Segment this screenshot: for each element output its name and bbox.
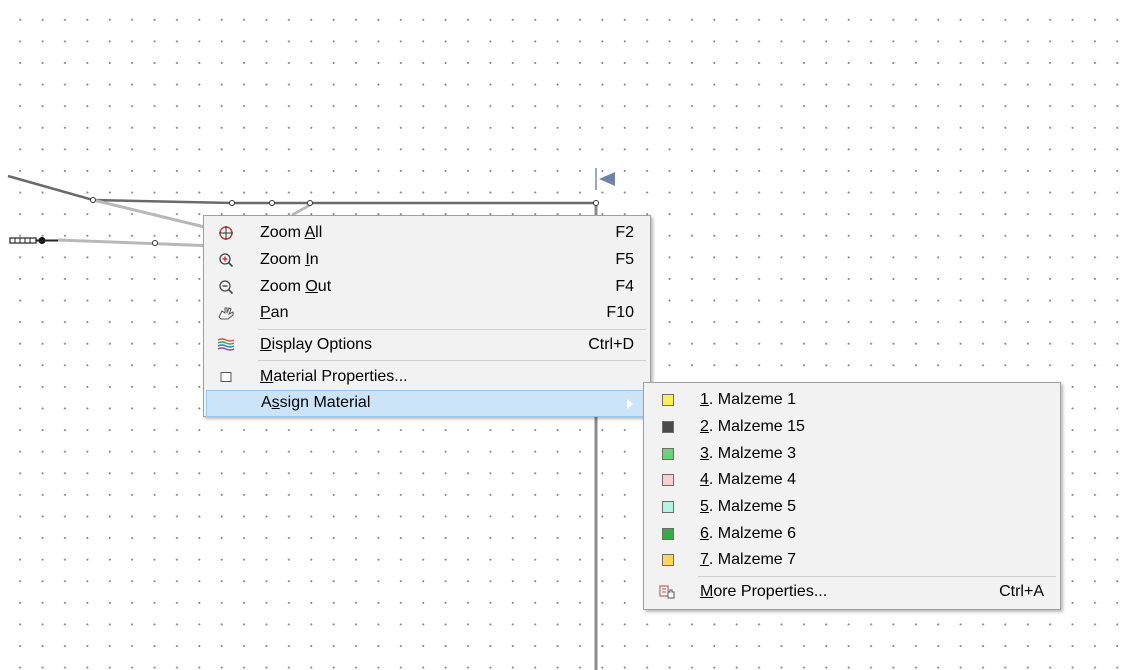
menu-item-label: Pan [246,304,606,322]
swatch [662,394,674,407]
more-properties-icon [646,584,690,600]
label-text: Zoom [260,277,306,295]
accelerator-key: O [305,277,318,295]
menu-item-material-properties[interactable]: Material Properties... [206,363,648,390]
accelerator-key: P [260,304,271,322]
menu-separator [258,328,646,330]
label-text: sign Material [279,394,371,412]
accelerator-key: A [304,224,316,242]
display-options-icon [206,337,246,353]
label-text: isplay Options [271,336,373,354]
label-text: Zoom [260,224,305,242]
material-item-1[interactable]: 1. Malzeme 1 [646,387,1058,414]
label-text: n [309,251,319,269]
color-swatch-icon [646,394,690,407]
material-label: 5. Malzeme 5 [690,498,1058,516]
zoom-out-icon [206,279,246,295]
menu-item-shortcut: F4 [615,277,634,295]
label-text: ore Properties... [713,583,828,601]
material-item-2[interactable]: 2. Malzeme 15 [646,414,1058,441]
material-label: 1. Malzeme 1 [690,391,1058,409]
accelerator-key: M [700,583,714,601]
menu-item-label: More Properties... [690,583,999,601]
material-label: 3. Malzeme 3 [690,445,1058,463]
swatch [662,554,674,567]
menu-item-label: Zoom Out [246,278,615,296]
accelerator-key: 7 [700,551,709,569]
pan-hand-icon [206,305,246,321]
label-text: . Malzeme 5 [708,498,797,516]
zoom-in-icon [206,252,246,268]
material-item-7[interactable]: 7. Malzeme 7 [646,547,1058,574]
valve-symbol[interactable] [9,237,58,244]
menu-item-label: Zoom All [246,224,615,242]
accelerator-key: 3 [700,444,709,462]
swatch [662,421,674,434]
label-text: . Malzeme 4 [708,471,797,489]
menu-item-shortcut: F2 [615,224,634,242]
menu-item-zoom-out[interactable]: Zoom Out F4 [206,273,648,300]
menu-item-assign-material[interactable]: Assign Material [206,390,648,417]
menu-item-pan[interactable]: Pan F10 [206,300,648,327]
end-marker-icon[interactable] [595,168,615,190]
label-text: ut [317,277,332,295]
accelerator-key: M [260,367,274,385]
context-menu: Zoom All F2 Zoom In F5 Zoom Out F4 Pan F… [203,215,651,417]
assign-material-submenu: 1. Malzeme 1 2. Malzeme 15 3. Malzeme 3 … [643,382,1061,610]
menu-separator [698,575,1056,577]
material-item-3[interactable]: 3. Malzeme 3 [646,440,1058,467]
menu-item-display-options[interactable]: Display Options Ctrl+D [206,332,648,359]
menu-item-shortcut: F5 [615,251,634,269]
menu-item-more-properties[interactable]: More Properties... Ctrl+A [646,579,1058,606]
material-item-4[interactable]: 4. Malzeme 4 [646,467,1058,494]
color-swatch-icon [646,527,690,540]
label-text: aterial Properties... [273,367,408,385]
color-swatch-icon [646,447,690,460]
menu-item-zoom-in[interactable]: Zoom In F5 [206,247,648,274]
color-swatch-icon [646,501,690,514]
menu-item-label: Zoom In [246,251,615,269]
material-item-5[interactable]: 5. Malzeme 5 [646,494,1058,521]
swatch [662,527,674,540]
label-text: . Malzeme 1 [708,391,797,409]
label-text: . Malzeme 7 [708,551,797,569]
label-text: . Malzeme 6 [708,524,797,542]
menu-item-label: Assign Material [247,394,647,412]
label-text: A [261,394,272,412]
swatch [662,474,674,487]
accelerator-key: s [271,394,280,412]
material-label: 6. Malzeme 6 [690,525,1058,543]
color-swatch-icon [646,421,690,434]
color-swatch-icon [646,474,690,487]
swatch [662,501,674,514]
menu-item-shortcut: Ctrl+D [588,336,634,354]
label-text: . Malzeme 15 [708,418,805,436]
accelerator-key: 6 [700,524,709,542]
color-swatch-icon [646,554,690,567]
label-text: Zoom [260,251,306,269]
submenu-arrow-icon [627,399,633,410]
zoom-all-icon [206,225,246,241]
accelerator-key: 2 [700,418,709,436]
material-label: 7. Malzeme 7 [690,551,1058,569]
menu-item-shortcut: Ctrl+A [999,583,1044,601]
accelerator-key: 5 [700,498,709,516]
swatch [662,447,674,460]
material-label: 2. Malzeme 15 [690,418,1058,436]
accelerator-key: 1 [700,391,709,409]
menu-item-zoom-all[interactable]: Zoom All F2 [206,220,648,247]
material-properties-icon [206,370,246,384]
accelerator-key: D [260,336,272,354]
accelerator-key: 4 [700,471,709,489]
material-label: 4. Malzeme 4 [690,471,1058,489]
material-item-6[interactable]: 6. Malzeme 6 [646,520,1058,547]
label-text: an [270,304,289,322]
menu-item-label: Material Properties... [246,368,634,386]
label-text: ll [315,224,323,242]
label-text: . Malzeme 3 [708,444,797,462]
menu-separator [258,360,646,362]
menu-item-label: Display Options [246,336,588,354]
menu-item-shortcut: F10 [606,304,634,322]
